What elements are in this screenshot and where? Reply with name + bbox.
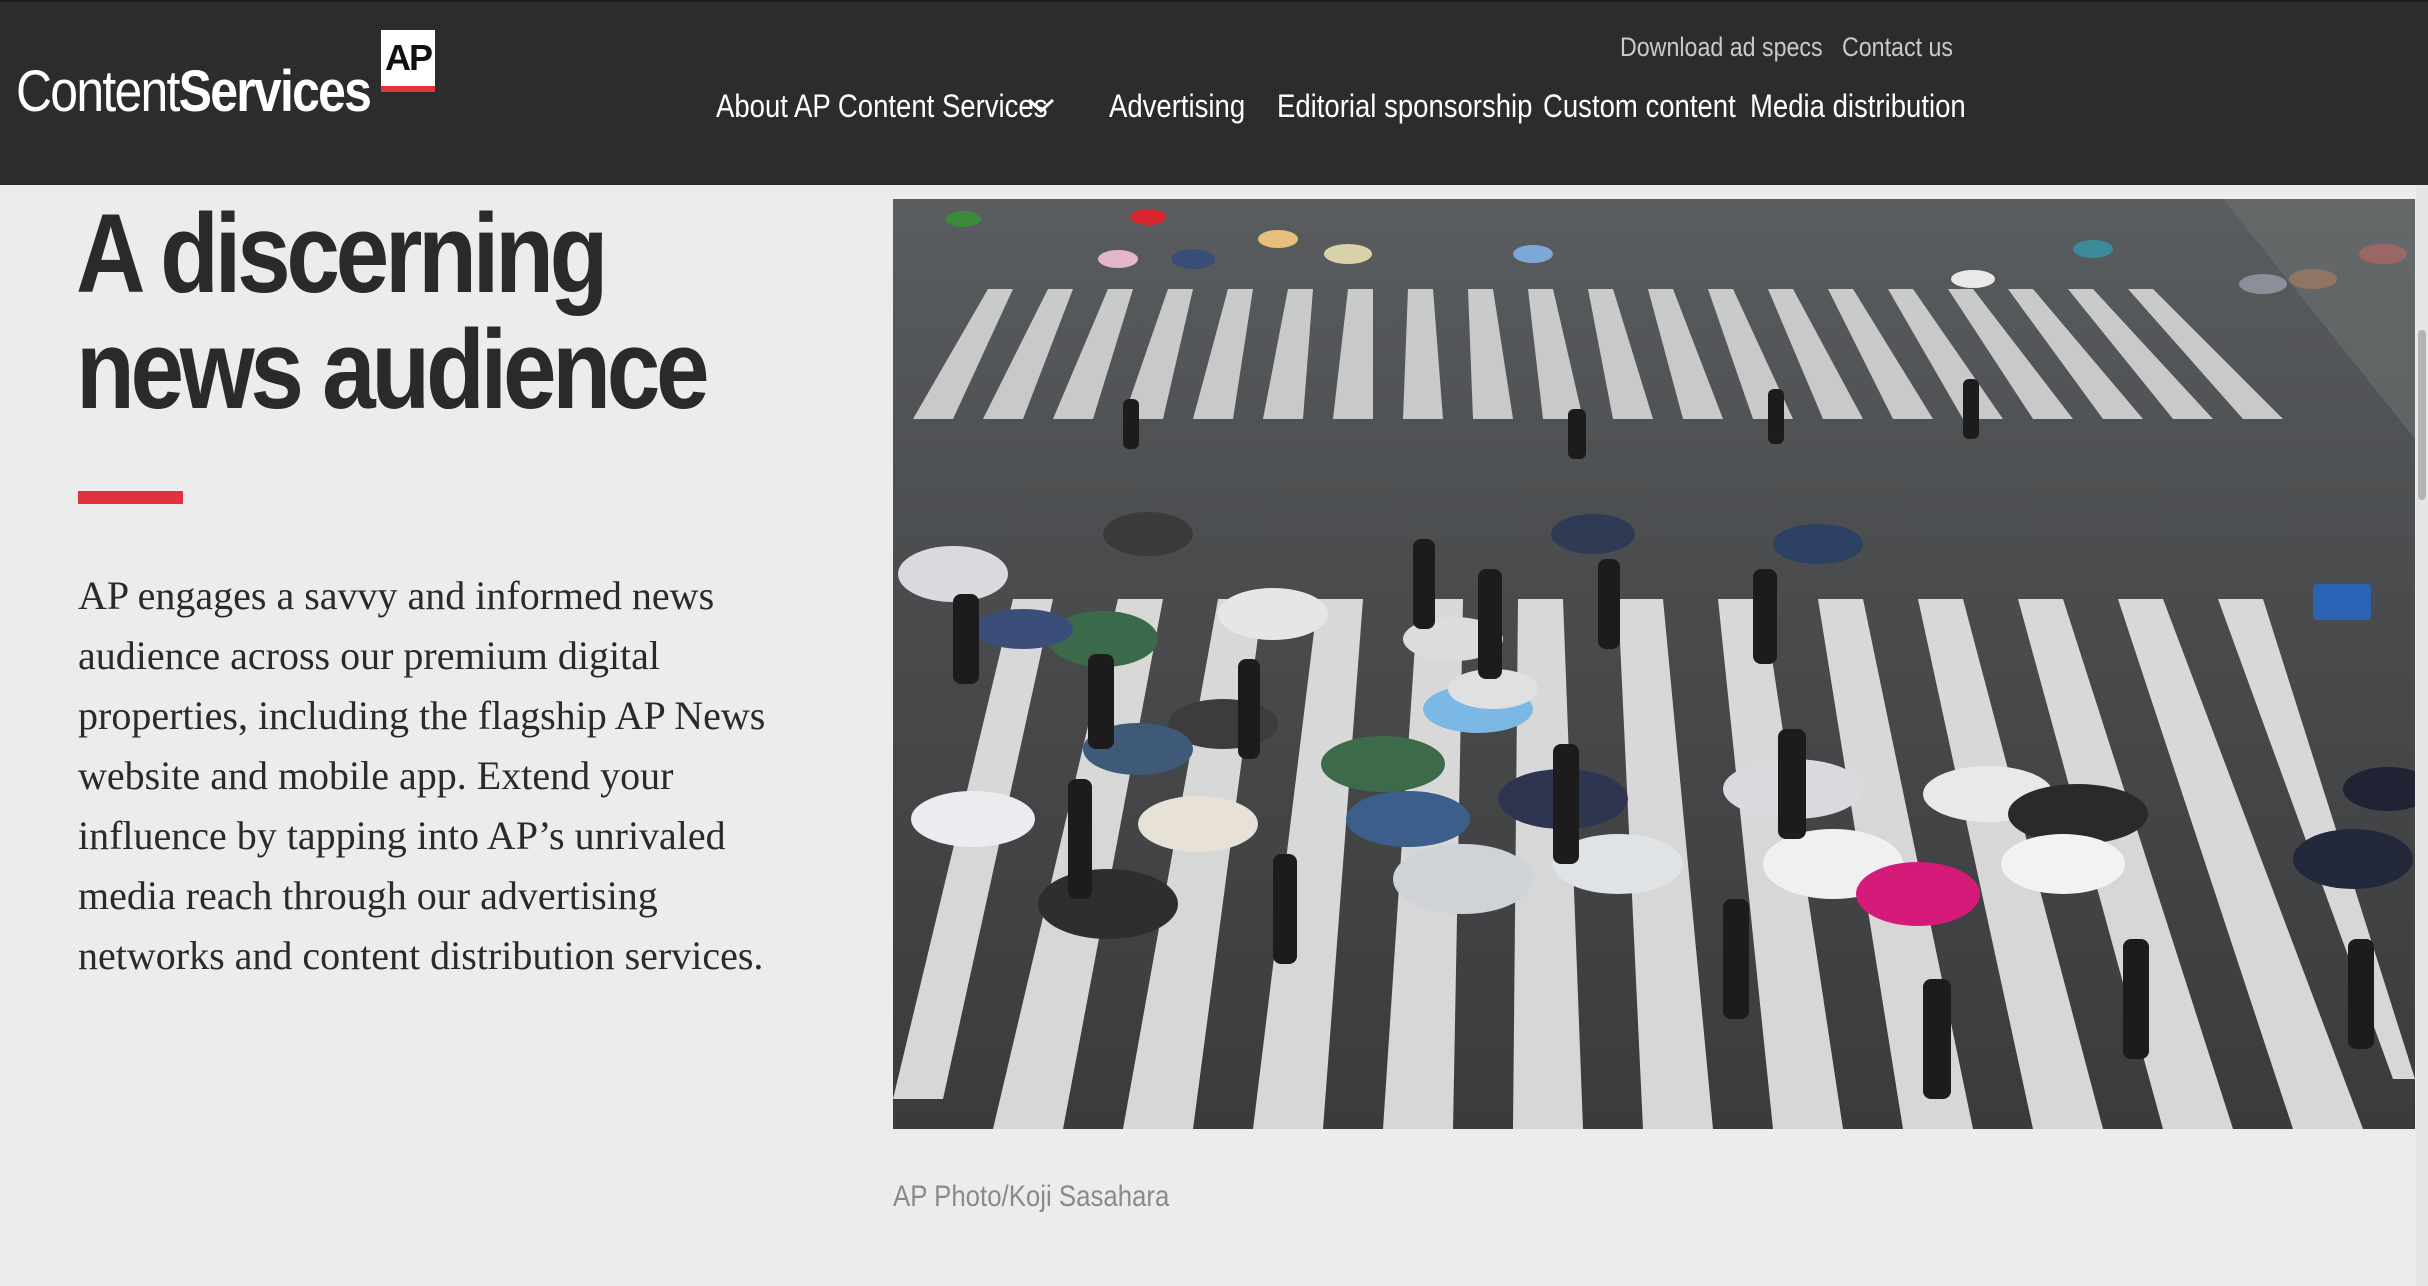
contact-us-link[interactable]: Contact us bbox=[1842, 32, 1953, 63]
content-services-logo[interactable]: ContentServices bbox=[16, 58, 372, 125]
nav-about-ap-content-services[interactable]: About AP Content Services bbox=[716, 88, 1047, 125]
headline-line-1: A discerning bbox=[76, 191, 609, 316]
headline-line-2: news audience bbox=[76, 307, 710, 432]
accent-divider bbox=[78, 491, 183, 504]
site-header: ContentServices AP Download ad specs Con… bbox=[0, 0, 2428, 185]
download-ad-specs-link[interactable]: Download ad specs bbox=[1620, 32, 1823, 63]
nav-media-distribution[interactable]: Media distribution bbox=[1750, 88, 1966, 125]
crosswalk-umbrellas-photo bbox=[893, 199, 2415, 1129]
logo-word-services: Services bbox=[178, 59, 372, 124]
nav-advertising[interactable]: Advertising bbox=[1109, 88, 1245, 125]
scrollbar-thumb[interactable] bbox=[2418, 330, 2426, 500]
page-headline: A discerning news audience bbox=[76, 196, 781, 428]
hero-photo bbox=[893, 199, 2415, 1129]
nav-custom-content[interactable]: Custom content bbox=[1543, 88, 1736, 125]
intro-paragraph: AP engages a savvy and informed news aud… bbox=[78, 573, 766, 978]
photo-caption: AP Photo/Koji Sasahara bbox=[893, 1180, 1170, 1213]
logo-word-content: Content bbox=[16, 59, 180, 124]
nav-editorial-sponsorship[interactable]: Editorial sponsorship bbox=[1277, 88, 1532, 125]
chevron-down-icon[interactable] bbox=[1026, 96, 1056, 116]
ap-logo-badge[interactable]: AP bbox=[381, 30, 435, 92]
